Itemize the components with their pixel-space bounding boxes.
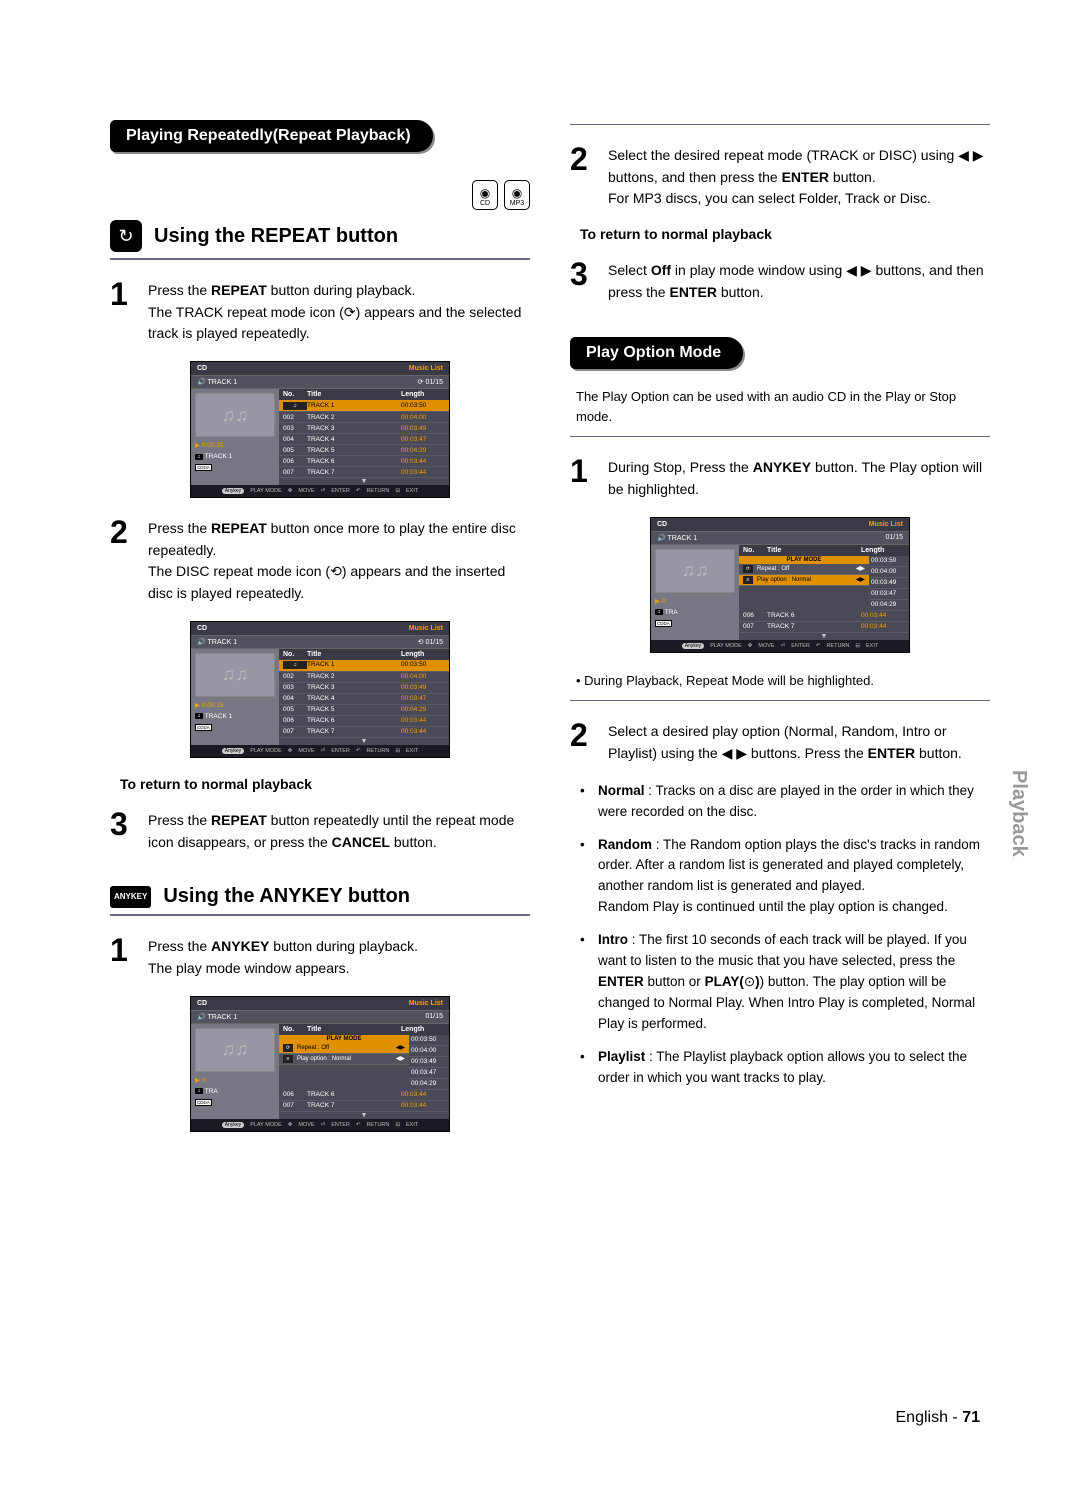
mp3-icon: MP3 <box>504 180 530 210</box>
playoption-step-2: 2 Select a desired play option (Normal, … <box>570 719 990 764</box>
heading-repeat: Using the REPEAT button <box>154 225 398 248</box>
step-number: 1 <box>110 278 138 345</box>
step-number: 1 <box>110 934 138 979</box>
subhead-return-normal-2: To return to normal playback <box>580 226 990 242</box>
repeat-step-3: 3 Press the REPEAT button repeatedly unt… <box>110 808 530 853</box>
subhead-return-normal-1: To return to normal playback <box>120 776 530 792</box>
playoption-intro: The Play Option can be used with an audi… <box>576 387 990 426</box>
step-number: 2 <box>570 143 598 210</box>
step-number: 3 <box>570 258 598 303</box>
anykey-step-1: 1 Press the ANYKEY button during playbac… <box>110 934 530 979</box>
osd-screenshot-1: CDMusic List 🔊 TRACK 1⟳ 01/15 ♫♫ ▶ 0:00:… <box>190 361 450 498</box>
option-playlist: • Playlist : The Playlist playback optio… <box>580 1047 990 1089</box>
anykey-step-3: 3 Select Off in play mode window using ◀… <box>570 258 990 303</box>
play-options-list: • Normal : Tracks on a disc are played i… <box>580 781 990 1089</box>
anykey-icon: ANYKEY <box>110 886 151 908</box>
play-icon: ⊙ <box>744 974 755 989</box>
repeat-icon: ↻ <box>110 220 142 252</box>
disc-icons: CD MP3 <box>110 180 530 210</box>
heading-anykey: Using the ANYKEY button <box>163 885 410 908</box>
section-title-repeat: Playing Repeatedly(Repeat Playback) <box>110 120 433 152</box>
right-column: 2 Select the desired repeat mode (TRACK … <box>570 120 990 1150</box>
section-title-playoption: Play Option Mode <box>570 337 743 369</box>
option-intro: • Intro : The first 10 seconds of each t… <box>580 930 990 1035</box>
playoption-step-1: 1 During Stop, Press the ANYKEY button. … <box>570 455 990 500</box>
cd-icon: CD <box>472 180 498 210</box>
option-random: • Random : The Random option plays the d… <box>580 835 990 919</box>
page-footer: English - 71 <box>896 1409 981 1427</box>
osd-screenshot-2: CDMusic List 🔊 TRACK 1⟲ 01/15 ♫♫ ▶ 0:00:… <box>190 621 450 758</box>
repeat-step-2: 2 Press the REPEAT button once more to p… <box>110 516 530 605</box>
disc-repeat-icon: ⟲ <box>330 563 342 579</box>
anykey-step-2: 2 Select the desired repeat mode (TRACK … <box>570 143 990 210</box>
option-normal: • Normal : Tracks on a disc are played i… <box>580 781 990 823</box>
repeat-step-1: 1 Press the REPEAT button during playbac… <box>110 278 530 345</box>
step-number: 3 <box>110 808 138 853</box>
step-number: 2 <box>110 516 138 605</box>
step-number: 1 <box>570 455 598 500</box>
track-repeat-icon: ⟳ <box>344 304 356 320</box>
left-column: Playing Repeatedly(Repeat Playback) CD M… <box>110 120 530 1150</box>
osd-screenshot-4: CDMusic List 🔊 TRACK 101/15 ♫♫ ▶ 0: ♫ TR… <box>650 517 910 653</box>
side-tab-playback: Playback <box>1007 770 1030 857</box>
step-number: 2 <box>570 719 598 764</box>
playback-note: • During Playback, Repeat Mode will be h… <box>576 671 990 691</box>
osd-screenshot-3: CDMusic List 🔊 TRACK 101/15 ♫♫ ▶ 0: ♫ TR… <box>190 996 450 1132</box>
